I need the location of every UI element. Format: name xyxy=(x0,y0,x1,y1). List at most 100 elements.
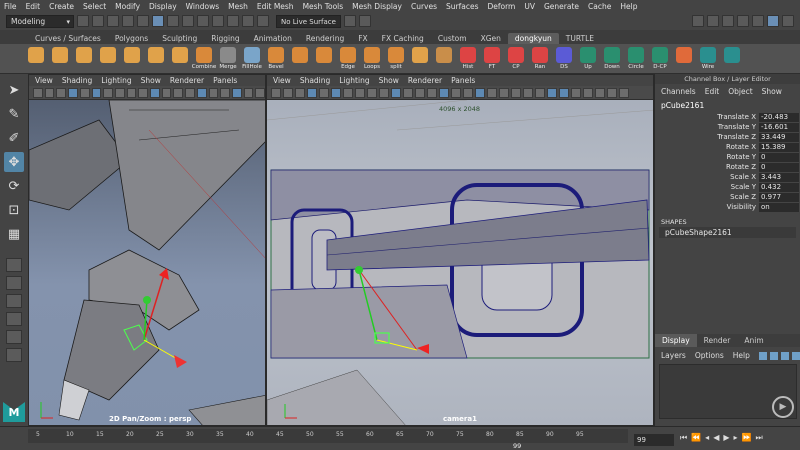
time-ruler[interactable]: 99 5 10 15 20 25 30 35 40 45 50 55 60 65 70 75 80 85 90 95 xyxy=(28,429,628,450)
attribute-value-field[interactable]: 0 xyxy=(759,152,799,162)
shelf-button-27[interactable] xyxy=(674,46,694,71)
viewport-toolbar-icon[interactable] xyxy=(379,87,389,98)
shelf-tab-curves-surfaces[interactable]: Curves / Surfaces xyxy=(28,33,108,44)
viewport-toolbar-icon[interactable] xyxy=(138,87,149,98)
two-pane-layout-button[interactable] xyxy=(6,330,22,344)
undo-icon[interactable] xyxy=(122,15,134,27)
attribute-name[interactable]: Rotate X xyxy=(655,143,759,151)
attribute-value-field[interactable]: 0.432 xyxy=(759,182,799,192)
step-forward-key-icon[interactable]: ⏩ xyxy=(742,433,752,443)
attribute-name[interactable]: Translate Y xyxy=(655,123,759,131)
ipr-render-icon[interactable] xyxy=(722,15,734,27)
render-settings-icon[interactable] xyxy=(737,15,749,27)
viewport-toolbar-icon[interactable] xyxy=(161,87,172,98)
viewport-toolbar-icon[interactable] xyxy=(331,87,341,98)
select-hierarchy-icon[interactable] xyxy=(152,15,164,27)
rotate-tool-icon[interactable]: ⟳ xyxy=(4,176,24,196)
layer-menu-help[interactable]: Help xyxy=(733,351,750,360)
viewport-toolbar-icon[interactable] xyxy=(511,87,521,98)
snap-point-icon[interactable] xyxy=(227,15,239,27)
shelf-tab-custom[interactable]: Custom xyxy=(431,33,474,44)
viewport-toolbar-icon[interactable] xyxy=(56,87,67,98)
camera-viewport[interactable]: View Shading Lighting Show Renderer Pane… xyxy=(266,74,654,426)
attribute-name[interactable]: Scale X xyxy=(655,173,759,181)
viewport-toolbar-icon[interactable] xyxy=(150,87,160,98)
shelf-button-12[interactable] xyxy=(314,46,334,71)
construction-history-icon[interactable] xyxy=(358,15,371,27)
viewport-menu-lighting[interactable]: Lighting xyxy=(101,76,131,85)
viewport-menu-show[interactable]: Show xyxy=(141,76,161,85)
step-forward-frame-icon[interactable]: ▸ xyxy=(734,433,738,443)
viewport-toolbar-icon[interactable] xyxy=(126,87,137,98)
select-tool-icon[interactable]: ➤ xyxy=(4,80,24,100)
make-live-icon[interactable] xyxy=(257,15,269,27)
viewport-toolbar-icon[interactable] xyxy=(283,87,293,98)
viewport-toolbar-icon[interactable] xyxy=(463,87,473,98)
attribute-value-field[interactable]: 3.443 xyxy=(759,172,799,182)
shelf-button-bevel[interactable]: Bevel xyxy=(266,46,286,71)
viewport-toolbar-icon[interactable] xyxy=(439,87,449,98)
menu-create[interactable]: Create xyxy=(49,2,74,11)
attribute-value-field[interactable]: 0 xyxy=(759,162,799,172)
move-gizmo-y-handle[interactable] xyxy=(143,296,151,304)
viewport-toolbar-icon[interactable] xyxy=(68,87,78,98)
channel-box-menu-object[interactable]: Object xyxy=(728,87,752,96)
attribute-value-field[interactable]: on xyxy=(759,202,799,212)
viewport-toolbar-icon[interactable] xyxy=(103,87,113,98)
shelf-button-5[interactable] xyxy=(146,46,166,71)
shelf-button-down[interactable]: Down xyxy=(602,46,622,71)
attribute-name[interactable]: Scale Y xyxy=(655,183,759,191)
shelf-button-4[interactable] xyxy=(122,46,142,71)
redo-icon[interactable] xyxy=(137,15,149,27)
viewport-toolbar-icon[interactable] xyxy=(271,87,281,98)
viewport-toolbar-icon[interactable] xyxy=(307,87,317,98)
viewport-toolbar-icon[interactable] xyxy=(499,87,509,98)
shelf-tab-xgen[interactable]: XGen xyxy=(474,33,508,44)
persp-hypershade-layout-button[interactable] xyxy=(6,348,22,362)
shelf-tab-animation[interactable]: Animation xyxy=(247,33,299,44)
menu-set-dropdown[interactable]: Modeling xyxy=(6,14,74,28)
viewport-toolbar-icon[interactable] xyxy=(619,87,629,98)
viewport-toolbar-icon[interactable] xyxy=(319,87,329,98)
viewport-toolbar-icon[interactable] xyxy=(173,87,184,98)
channel-box-toggle-icon[interactable] xyxy=(782,15,794,27)
viewport-toolbar-icon[interactable] xyxy=(367,87,377,98)
viewport-menu-panels[interactable]: Panels xyxy=(213,76,237,85)
shelf-tab-fx-caching[interactable]: FX Caching xyxy=(375,33,431,44)
menu-cache[interactable]: Cache xyxy=(588,2,611,11)
channel-box-menu-edit[interactable]: Edit xyxy=(705,87,720,96)
shelf-button-loops[interactable]: Loops xyxy=(362,46,382,71)
viewport-toolbar-icon[interactable] xyxy=(547,87,557,98)
shelf-button-11[interactable] xyxy=(290,46,310,71)
shelf-button-29[interactable] xyxy=(722,46,742,71)
shelf-tab-dongkyun[interactable]: dongkyun xyxy=(507,33,559,44)
menu-generate[interactable]: Generate xyxy=(544,2,579,11)
shelf-button-split[interactable]: split xyxy=(386,46,406,71)
tab-anim[interactable]: Anim xyxy=(737,334,770,347)
shelf-tab-turtle[interactable]: TURTLE xyxy=(559,33,601,44)
menu-edit-mesh[interactable]: Edit Mesh xyxy=(257,2,294,11)
shelf-button-up[interactable]: Up xyxy=(578,46,598,71)
menu-uv[interactable]: UV xyxy=(524,2,535,11)
shelf-button-cp[interactable]: CP xyxy=(506,46,526,71)
viewport-menu-lighting[interactable]: Lighting xyxy=(339,76,369,85)
viewport-toolbar-icon[interactable] xyxy=(427,87,437,98)
shelf-button-0[interactable] xyxy=(26,46,46,71)
new-scene-icon[interactable] xyxy=(77,15,89,27)
snap-grid-icon[interactable] xyxy=(197,15,209,27)
go-to-end-icon[interactable]: ⏭ xyxy=(755,433,762,443)
open-scene-icon[interactable] xyxy=(92,15,104,27)
viewport-toolbar-icon[interactable] xyxy=(79,87,90,98)
single-perspective-layout-button[interactable] xyxy=(6,258,22,272)
play-overlay-icon[interactable]: ▶ xyxy=(772,396,794,418)
viewport-toolbar-icon[interactable] xyxy=(571,87,581,98)
menu-deform[interactable]: Deform xyxy=(487,2,515,11)
viewport-toolbar-icon[interactable] xyxy=(583,87,593,98)
viewport-toolbar-icon[interactable] xyxy=(523,87,533,98)
viewport-menu-shading[interactable]: Shading xyxy=(62,76,92,85)
viewport-menu-panels[interactable]: Panels xyxy=(451,76,475,85)
viewport-menu-renderer[interactable]: Renderer xyxy=(408,76,442,85)
shelf-button-d-cp[interactable]: D-CP xyxy=(650,46,670,71)
shelf-button-ft[interactable]: FT xyxy=(482,46,502,71)
viewport-toolbar-icon[interactable] xyxy=(208,87,219,98)
